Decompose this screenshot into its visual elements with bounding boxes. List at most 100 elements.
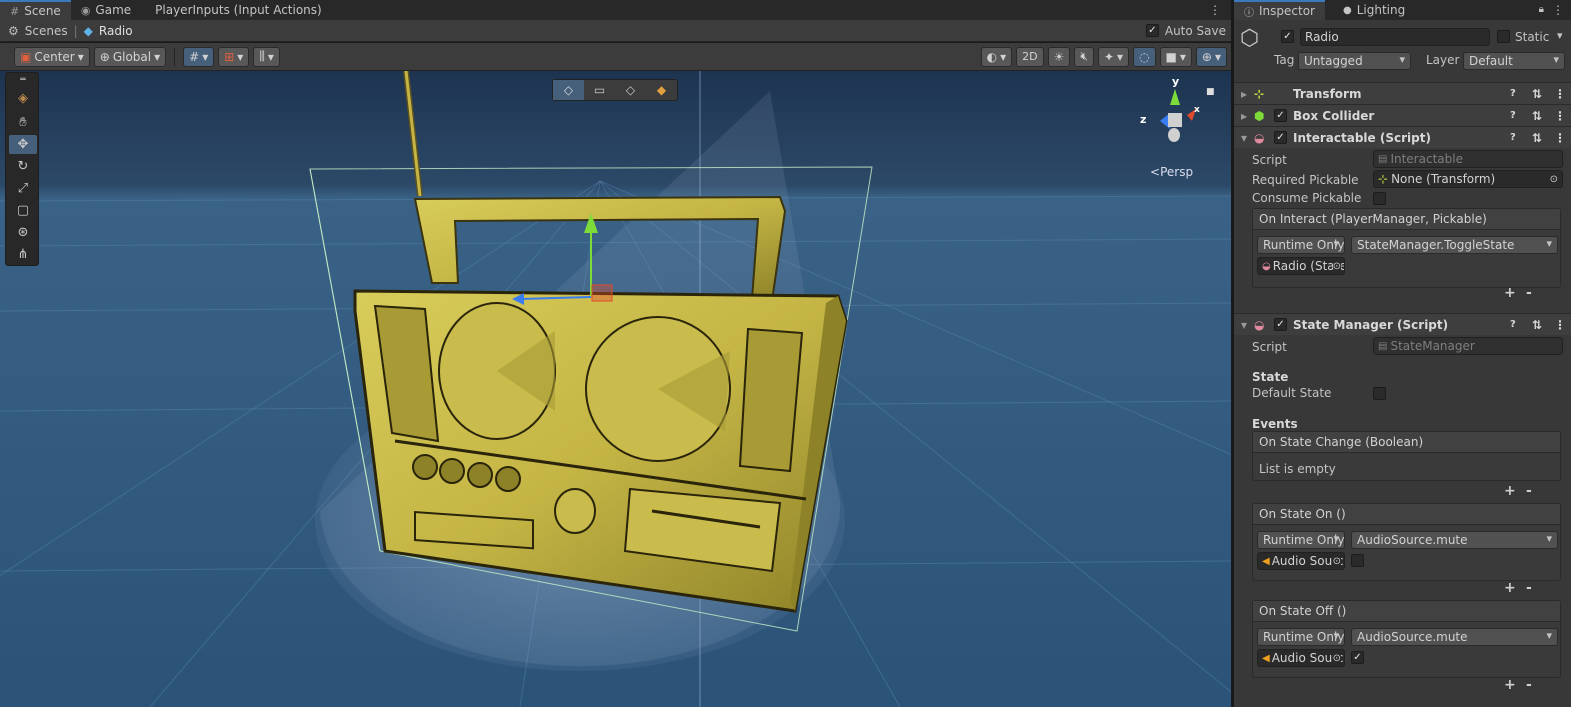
remove-listener-button[interactable]: - xyxy=(1526,483,1532,499)
component-menu-icon[interactable]: ⋮ xyxy=(1554,318,1566,332)
object-picker-icon[interactable]: ⊙ xyxy=(1332,555,1341,567)
help-icon[interactable]: ? xyxy=(1510,110,1516,121)
orientation-gizmo[interactable]: y z x ■ xyxy=(1140,75,1215,149)
visibility-toggle[interactable]: ◌ xyxy=(1133,46,1156,67)
remove-listener-button[interactable]: - xyxy=(1526,677,1532,693)
static-dropdown-icon[interactable]: ▾ xyxy=(1557,29,1563,42)
tab-inspector[interactable]: ⓘ Inspector xyxy=(1234,0,1325,20)
runtime-mode-dropdown[interactable]: Runtime Only xyxy=(1257,236,1345,254)
view-tool-cube[interactable]: ◇ xyxy=(553,80,584,100)
active-checkbox[interactable]: ✓ xyxy=(1281,30,1294,43)
view-tool-box[interactable]: ◇ xyxy=(615,80,646,100)
toggle-2d-button[interactable]: 2D xyxy=(1016,46,1044,67)
align-button[interactable]: ⫼ ▾ xyxy=(253,46,280,67)
view-cube-icon[interactable]: ◈ xyxy=(9,89,37,108)
preset-icon[interactable]: ⇅ xyxy=(1532,87,1542,101)
audio-toggle[interactable]: 🔇︎ xyxy=(1074,46,1094,67)
space-dropdown[interactable]: ⊕ Global ▾ xyxy=(93,46,167,67)
tab-player-inputs[interactable]: PlayerInputs (Input Actions) xyxy=(141,0,332,20)
tag-dropdown[interactable]: Untagged xyxy=(1298,52,1411,70)
pivot-dropdown[interactable]: ▣ Center ▾ xyxy=(14,46,90,67)
object-picker-icon[interactable]: ⊙ xyxy=(1332,260,1341,272)
object-picker-icon[interactable]: ⊙ xyxy=(1550,174,1558,185)
runtime-mode-dropdown[interactable]: Runtime Only xyxy=(1257,628,1345,646)
add-listener-button[interactable]: + xyxy=(1504,483,1516,499)
gizmos-button[interactable]: ⊕ ▾ xyxy=(1195,46,1227,67)
more-menu-icon[interactable]: ⋮ xyxy=(1552,0,1564,20)
remove-listener-button[interactable]: - xyxy=(1526,580,1532,596)
layer-dropdown[interactable]: Default xyxy=(1463,52,1565,70)
persp-label[interactable]: <Persp xyxy=(1150,165,1193,179)
lock-icon[interactable]: ■ xyxy=(1206,87,1215,97)
auto-save-checkbox[interactable]: ✓ xyxy=(1145,24,1159,37)
component-menu-icon[interactable]: ⋮ xyxy=(1554,87,1566,101)
view-tool-solid[interactable]: ◆ xyxy=(646,80,677,100)
help-icon[interactable]: ? xyxy=(1510,319,1516,330)
preset-icon[interactable]: ⇅ xyxy=(1532,131,1542,145)
event-target-field[interactable]: ◀ Audio Source (Audio Source) ⊙ xyxy=(1257,552,1345,570)
view-tool-rect[interactable]: ▭ xyxy=(584,80,615,100)
add-listener-button[interactable]: + xyxy=(1504,580,1516,596)
increment-snap-button[interactable]: ⊞ ▾ xyxy=(218,46,250,67)
transform-header[interactable]: ▸ ⊹ Transform ? ⇅ ⋮ xyxy=(1234,82,1571,104)
gizmos-icon: ⊕ xyxy=(1201,49,1212,64)
preset-icon[interactable]: ⇅ xyxy=(1532,109,1542,123)
required-pickable-field[interactable]: ⊹ None (Transform) ⊙ xyxy=(1373,170,1563,188)
event-target-field[interactable]: ◀ Audio Source (Audio Source) ⊙ xyxy=(1257,649,1345,667)
tab-lighting[interactable]: ● Lighting xyxy=(1333,0,1415,20)
add-listener-button[interactable]: + xyxy=(1504,285,1516,301)
empty-list-text: List is empty xyxy=(1259,462,1336,476)
lighting-toggle[interactable]: ☀ xyxy=(1047,46,1071,67)
help-icon[interactable]: ? xyxy=(1510,88,1516,99)
hand-tool-icon[interactable]: ✋︎ xyxy=(9,113,37,132)
box-collider-header[interactable]: ▸ ⬢ ✓ Box Collider ? ⇅ ⋮ xyxy=(1234,104,1571,126)
move-tool-icon[interactable]: ✥ xyxy=(9,135,37,154)
state-manager-header[interactable]: ▾ ◒ ✓ State Manager (Script) ? ⇅ ⋮ xyxy=(1234,313,1571,335)
transform-tool-icon[interactable]: ⊛ xyxy=(9,223,37,242)
remove-listener-button[interactable]: - xyxy=(1526,285,1532,301)
effects-button[interactable]: ✦ ▾ xyxy=(1097,46,1130,67)
mute-value-checkbox[interactable] xyxy=(1351,554,1364,567)
function-dropdown[interactable]: AudioSource.mute xyxy=(1351,628,1558,646)
tab-scene[interactable]: # Scene xyxy=(0,0,71,20)
event-target-field[interactable]: ◒ Radio (State Manager) ⊙ xyxy=(1257,257,1345,275)
interactable-enabled-checkbox[interactable]: ✓ xyxy=(1274,131,1287,144)
component-menu-icon[interactable]: ⋮ xyxy=(1554,109,1566,123)
component-menu-icon[interactable]: ⋮ xyxy=(1554,131,1566,145)
interactable-header[interactable]: ▾ ◒ ✓ Interactable (Script) ? ⇅ ⋮ xyxy=(1234,126,1571,148)
box-collider-enabled-checkbox[interactable]: ✓ xyxy=(1274,109,1287,122)
script-icon: ◒ xyxy=(1254,130,1265,145)
static-checkbox[interactable] xyxy=(1497,30,1510,43)
rotate-tool-icon[interactable]: ↻ xyxy=(9,157,37,176)
tab-game[interactable]: ◉ Game xyxy=(71,0,141,20)
camera-button[interactable]: ■ ▾ xyxy=(1159,46,1192,67)
camera-icon: ■ xyxy=(1165,49,1177,64)
layer-label: Layer xyxy=(1426,53,1460,67)
add-listener-button[interactable]: + xyxy=(1504,677,1516,693)
help-icon[interactable]: ? xyxy=(1510,132,1516,143)
runtime-mode-dropdown[interactable]: Runtime Only xyxy=(1257,531,1345,549)
breadcrumb-radio[interactable]: Radio xyxy=(99,24,133,38)
custom-tool-icon[interactable]: ⋔ xyxy=(9,245,37,264)
preset-icon[interactable]: ⇅ xyxy=(1532,318,1542,332)
object-picker-icon[interactable]: ⊙ xyxy=(1332,652,1341,664)
scene-viewport[interactable]: ◇ ▭ ◇ ◆ y z x ■ <Persp xyxy=(0,71,1231,707)
script-label: Script xyxy=(1252,340,1287,354)
draw-mode-button[interactable]: ◐ ▾ xyxy=(980,46,1013,67)
state-manager-enabled-checkbox[interactable]: ✓ xyxy=(1274,318,1287,331)
function-dropdown[interactable]: AudioSource.mute xyxy=(1351,531,1558,549)
object-name-field[interactable]: Radio xyxy=(1300,28,1490,46)
tag-label: Tag xyxy=(1274,53,1295,67)
strip-handle-icon[interactable]: ═ xyxy=(9,75,37,85)
grid-snap-button[interactable]: # ▾ xyxy=(183,46,215,67)
scale-tool-icon[interactable]: ⤢ xyxy=(9,179,37,198)
more-menu-icon[interactable]: ⋮ xyxy=(1209,0,1221,20)
lock-icon[interactable]: 🔒︎ xyxy=(1539,0,1544,20)
globe-icon: ⊕ xyxy=(99,49,110,64)
rect-tool-icon[interactable]: ▢ xyxy=(9,201,37,220)
breadcrumb-scenes[interactable]: Scenes xyxy=(25,24,68,38)
mute-value-checkbox[interactable]: ✓ xyxy=(1351,651,1364,664)
consume-pickable-checkbox[interactable] xyxy=(1373,192,1386,205)
function-dropdown[interactable]: StateManager.ToggleState xyxy=(1351,236,1558,254)
default-state-checkbox[interactable] xyxy=(1373,387,1386,400)
